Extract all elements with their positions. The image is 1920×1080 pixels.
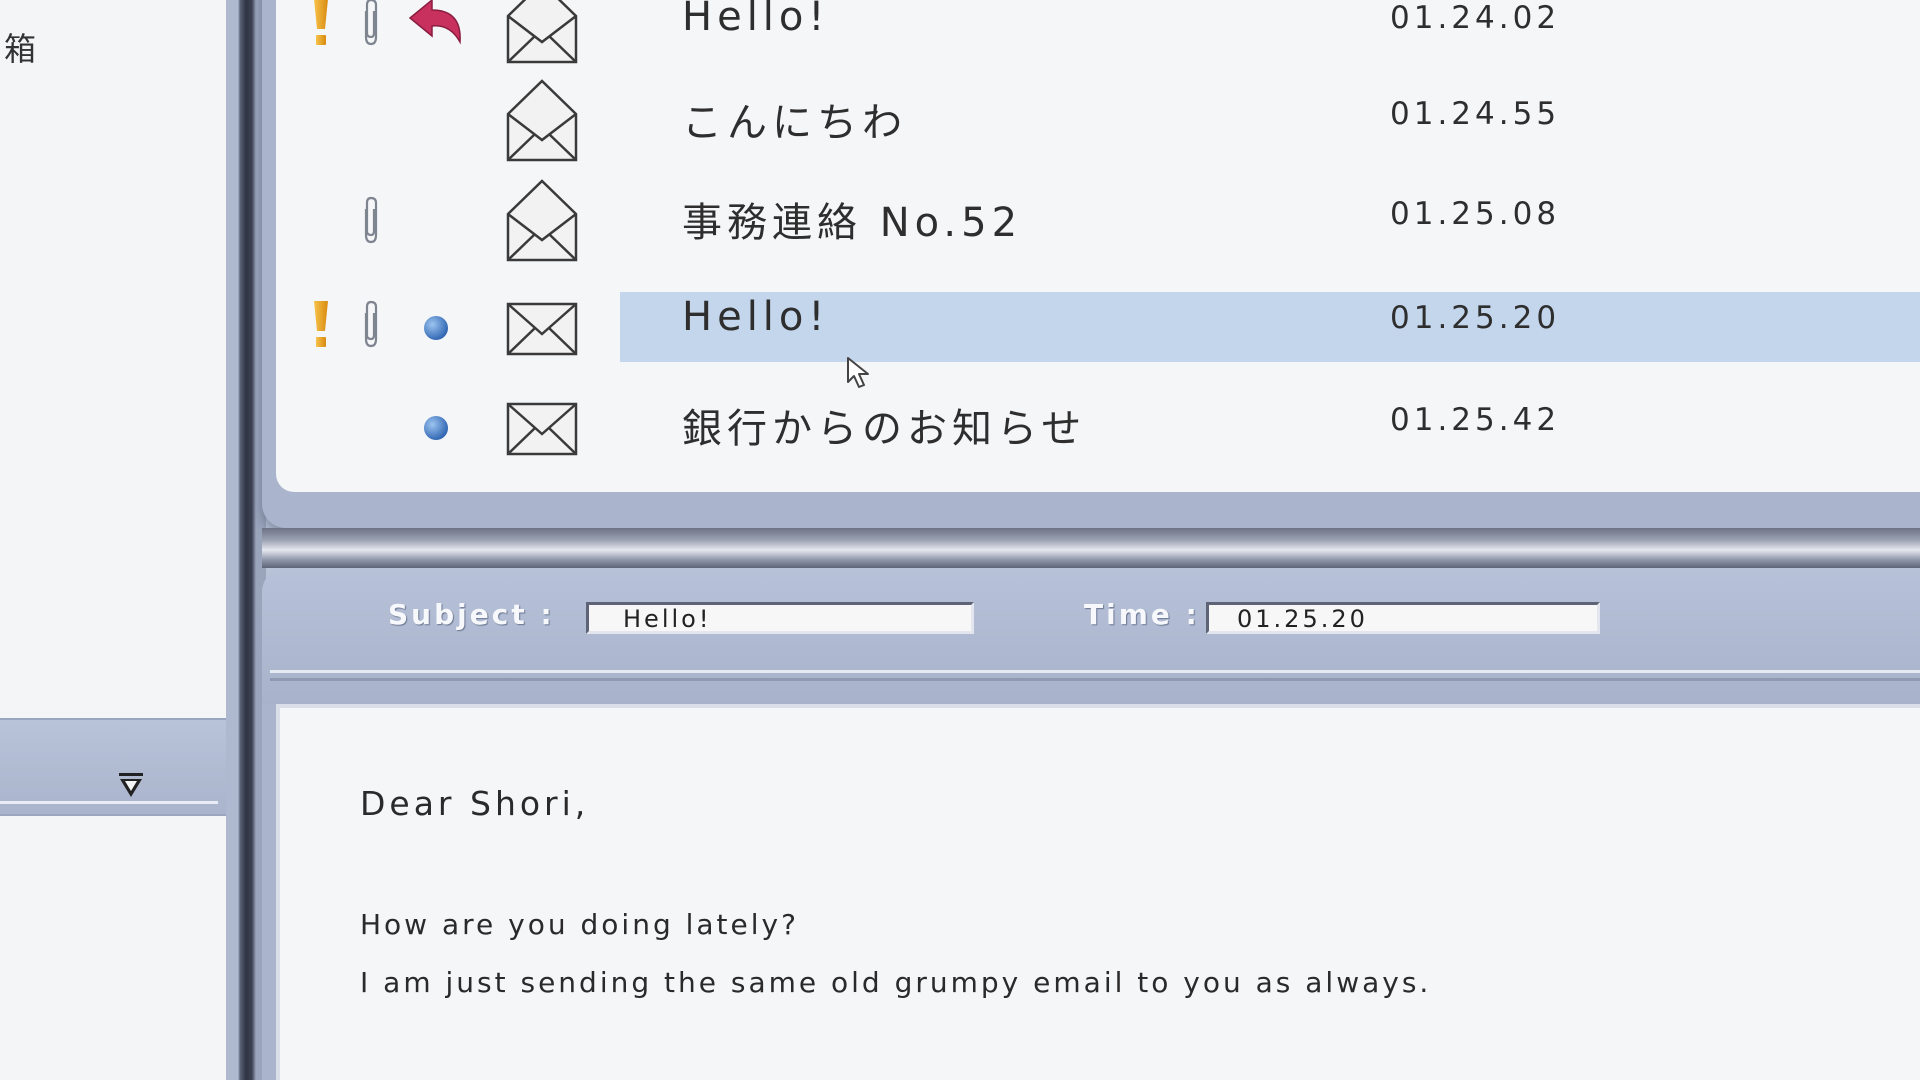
paperclip-icon — [356, 294, 386, 354]
paperclip-icon — [356, 0, 386, 52]
mail-date: 01.24.55 — [1390, 96, 1561, 132]
mail-subject: Hello! — [682, 294, 830, 340]
message-body-panel: Dear Shori, How are you doing lately? I … — [262, 704, 1920, 1080]
folder-label[interactable]: 箱 — [4, 24, 38, 70]
subject-label: Subject : — [388, 598, 555, 631]
folder-selector-bar[interactable] — [0, 718, 226, 816]
body-greeting: Dear Shori, — [360, 784, 590, 823]
mail-row[interactable]: 事務連絡 No.52 01.25.08 — [276, 170, 1920, 270]
divider — [270, 678, 1920, 681]
closed-envelope-icon — [502, 284, 582, 374]
mail-subject: 銀行からのお知らせ — [682, 406, 1087, 452]
mail-date: 01.25.08 — [1390, 196, 1561, 232]
subject-field: Hello! — [586, 602, 974, 634]
time-label: Time : — [1084, 598, 1200, 631]
divider — [270, 670, 1920, 673]
body-line: How are you doing lately? — [360, 908, 799, 941]
pane-divider[interactable] — [226, 0, 266, 1080]
closed-envelope-icon — [502, 384, 582, 474]
open-envelope-icon — [502, 176, 582, 266]
mail-date: 01.25.42 — [1390, 402, 1561, 438]
mail-list-panel: Hello! 01.24.02 こんにちわ 01.24.55 事務連絡 No.52 01.… — [262, 0, 1920, 528]
folder-sidebar: 箱 — [0, 0, 226, 1080]
mail-row[interactable]: 銀行からのお知らせ 01.25.42 — [276, 374, 1920, 474]
message-body[interactable]: Dear Shori, How are you doing lately? I … — [276, 704, 1920, 1080]
mail-date: 01.24.02 — [1390, 0, 1561, 36]
mail-row[interactable]: Hello! 01.24.02 — [276, 0, 1920, 72]
open-envelope-icon — [502, 0, 582, 68]
open-envelope-icon — [502, 76, 582, 166]
mail-row[interactable]: Hello! 01.25.20 — [276, 274, 1920, 374]
message-header: Subject : Hello! Time : 01.25.20 — [262, 568, 1920, 704]
unread-dot-icon — [406, 398, 466, 458]
mail-date: 01.25.20 — [1390, 300, 1561, 336]
unread-dot-icon — [406, 298, 466, 358]
exclamation-icon — [306, 0, 336, 52]
reply-arrow-icon — [406, 0, 466, 52]
mouse-cursor-icon — [846, 356, 876, 392]
body-line: I am just sending the same old grumpy em… — [360, 966, 1432, 999]
mail-subject: こんにちわ — [682, 100, 907, 146]
exclamation-icon — [306, 294, 336, 354]
divider — [0, 801, 218, 804]
triangle-down-icon[interactable] — [116, 770, 146, 800]
mail-app: 箱 Hello! 01.24.02 こんにちわ 01.24.55 事務連絡 No.52 0… — [0, 0, 1920, 1080]
time-field: 01.25.20 — [1206, 602, 1600, 634]
pane-separator[interactable] — [262, 528, 1920, 568]
mail-list: Hello! 01.24.02 こんにちわ 01.24.55 事務連絡 No.52 01.… — [276, 0, 1920, 492]
mail-subject: 事務連絡 No.52 — [682, 200, 1023, 246]
mail-row[interactable]: こんにちわ 01.24.55 — [276, 70, 1920, 170]
mail-subject: Hello! — [682, 0, 830, 40]
paperclip-icon — [356, 190, 386, 250]
